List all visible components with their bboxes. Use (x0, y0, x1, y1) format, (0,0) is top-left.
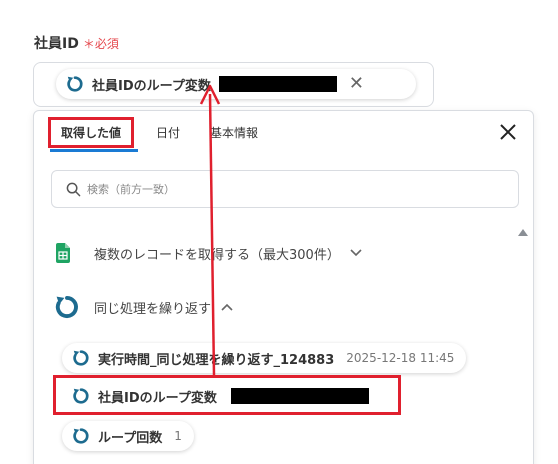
item-meta: 1 (174, 429, 182, 443)
chevron-down-icon (350, 249, 362, 257)
highlight-tab-box (48, 117, 134, 148)
highlight-item-box (53, 375, 401, 415)
section-title: 複数のレコードを取得する（最大300件） (94, 247, 340, 263)
field-label: 社員ID ＊必須 (34, 33, 119, 53)
active-tab-indicator (50, 149, 138, 152)
item-label: ループ回数 (98, 430, 163, 446)
redacted-value (218, 76, 337, 92)
loop-icon (73, 428, 89, 444)
item-execution-time[interactable]: 実行時間_同じ処理を繰り返す_124883 2025-12-18 11:45 (62, 343, 467, 373)
section-repeat-process[interactable]: 同じ処理を繰り返す (54, 294, 233, 320)
required-mark: ＊必須 (82, 37, 119, 51)
google-sheets-icon (56, 243, 70, 263)
search-input[interactable] (87, 182, 487, 196)
remove-chip-icon[interactable]: ✕ (349, 75, 364, 93)
field-label-text: 社員ID (34, 36, 79, 52)
item-meta: 2025-12-18 11:45 (346, 351, 455, 365)
chip-label: 社員IDのループ変数 (92, 78, 211, 94)
tab-basic-info[interactable]: 基本情報 (210, 124, 258, 141)
loop-icon (55, 295, 78, 318)
close-icon[interactable] (499, 123, 517, 141)
search-icon (66, 182, 81, 196)
search-box[interactable] (51, 170, 519, 208)
section-get-records[interactable]: 複数のレコードを取得する（最大300件） (56, 243, 362, 263)
tab-date[interactable]: 日付 (156, 124, 180, 141)
employee-id-field[interactable]: 社員IDのループ変数 ✕ (33, 62, 434, 107)
selected-value-chip[interactable]: 社員IDのループ変数 ✕ (56, 69, 416, 99)
item-loop-count[interactable]: ループ回数 1 (62, 421, 194, 451)
section-title: 同じ処理を繰り返す (94, 301, 212, 317)
scroll-up-arrow[interactable] (518, 229, 528, 236)
loop-icon (67, 76, 83, 92)
item-label: 実行時間_同じ処理を繰り返す_124883 (98, 352, 335, 368)
chevron-up-icon (221, 303, 233, 311)
loop-icon (73, 350, 89, 366)
